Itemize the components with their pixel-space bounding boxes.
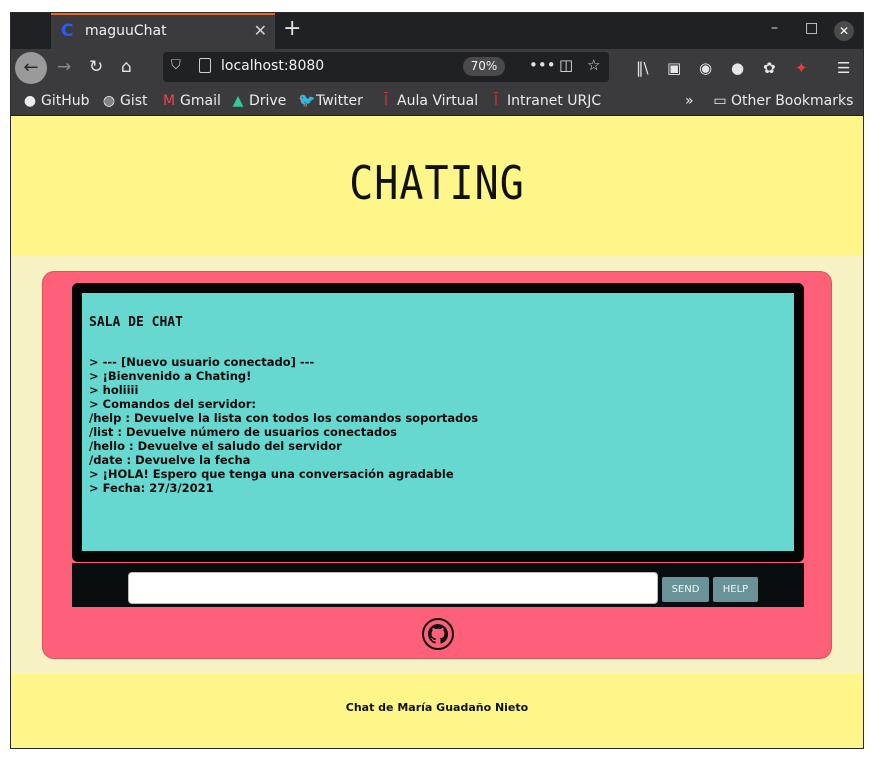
chat-message: > --- [Nuevo usuario conectado] --- [89,355,315,369]
reload-button[interactable]: ↻ [89,57,103,77]
page-title: CHATING [349,157,525,211]
tab-title: maguuChat [85,23,167,39]
sidebar-icon[interactable]: ▣ [667,59,681,77]
browser-tab[interactable]: C maguuChat ✕ [51,13,275,49]
chat-room-title: SALA DE CHAT [89,315,183,330]
page-footer: Chat de María Guadaño Nieto [11,674,863,748]
shield-icon[interactable]: ⛉ [171,58,181,73]
bookmark-star-icon[interactable]: ☆ [587,56,600,74]
gnome-extension-icon[interactable]: ✿ [763,59,776,77]
message-input-bar: SEND HELP [72,563,804,607]
navigation-toolbar: ← → ↻ ⌂ ⛉ localhost:8080 70% ••• ◫ ☆ ‖\ … [11,49,863,89]
window-close-button[interactable]: ✕ [834,21,854,41]
zoom-indicator[interactable]: 70% [463,57,505,76]
menu-icon[interactable]: ☰ [837,59,850,77]
folder-icon: ▭ [713,93,727,109]
minimize-button[interactable]: – [771,20,778,36]
chat-message: > ¡HOLA! Espero que tenga una conversaci… [89,467,454,481]
page-header: CHATING [11,116,863,256]
chat-message: > holiiii [89,383,139,397]
page-icon [199,58,211,73]
bookmark-intranet-urjc[interactable]: Ī Intranet URJC [489,93,601,109]
wand-extension-icon[interactable]: ✦ [795,59,808,77]
page-content: CHATING SALA DE CHAT > --- [Nuevo usuari… [11,116,863,748]
favicon-icon: C [61,21,74,41]
github-extension-icon[interactable]: ● [731,59,744,77]
extension-disc-icon[interactable]: ◉ [699,59,712,77]
chat-message: > Comandos del servidor: [89,397,257,411]
address-bar[interactable]: ⛉ localhost:8080 70% ••• ◫ ☆ [163,52,609,82]
urjc-icon: Ī [493,93,499,109]
bookmark-aula-virtual[interactable]: Ī Aula Virtual [379,93,478,109]
close-tab-icon[interactable]: ✕ [254,21,267,40]
url-text[interactable]: localhost:8080 [221,58,324,74]
more-actions-icon[interactable]: ••• [529,56,556,74]
urjc-icon: Ī [383,93,389,109]
help-button[interactable]: HELP [713,577,758,602]
chat-message: /help : Devuelve la lista con todos los … [89,411,479,425]
chat-display: SALA DE CHAT > --- [Nuevo usuario conect… [82,293,794,551]
maximize-button[interactable]: □ [805,20,818,36]
pocket-icon[interactable]: ◫ [559,56,573,74]
gmail-icon: M [162,93,176,109]
back-button[interactable]: ← [15,52,47,84]
chat-message: > ¡Bienvenido a Chating! [89,369,252,383]
twitter-icon: 🐦 [298,93,316,109]
bookmarks-overflow-icon[interactable]: » [685,93,694,109]
bookmarks-bar: ● GitHub ◍ Gist M Gmail ▲ Drive 🐦Twitter Ī Au… [11,89,863,116]
send-button[interactable]: SEND [662,577,709,602]
forward-button[interactable]: → [57,57,71,77]
globe-icon: ◍ [102,93,116,109]
bookmark-gist[interactable]: ◍ Gist [102,93,148,109]
chat-message: /hello : Devuelve el saludo del servidor [89,439,342,453]
chat-message: > Fecha: 27/3/2021 [89,481,214,495]
other-bookmarks[interactable]: ▭ Other Bookmarks [713,93,853,109]
chat-panel: SALA DE CHAT > --- [Nuevo usuario conect… [42,271,832,659]
chat-log: > --- [Nuevo usuario conectado] --- > ¡B… [89,355,478,495]
chat-screen-frame: SALA DE CHAT > --- [Nuevo usuario conect… [72,283,804,562]
bookmark-gmail[interactable]: M Gmail [162,93,221,109]
home-button[interactable]: ⌂ [121,57,132,77]
drive-icon: ▲ [232,93,244,109]
tab-bar: C maguuChat ✕ + – □ ✕ [11,13,863,49]
github-icon[interactable] [422,618,454,650]
bookmark-drive[interactable]: ▲ Drive [231,93,287,109]
library-icon[interactable]: ‖\ [636,59,649,77]
new-tab-icon[interactable]: + [283,16,301,41]
message-input[interactable] [128,572,658,604]
chat-message: /list : Devuelve número de usuarios cone… [89,425,397,439]
footer-credit: Chat de María Guadaño Nieto [345,701,529,714]
chat-message: /date : Devuelve la fecha [89,453,251,467]
browser-window: C maguuChat ✕ + – □ ✕ ← → ↻ ⌂ ⛉ localhos… [10,12,864,749]
bookmark-github[interactable]: ● GitHub [23,93,90,109]
bookmark-twitter[interactable]: 🐦Twitter [298,93,363,109]
github-icon: ● [23,93,37,109]
